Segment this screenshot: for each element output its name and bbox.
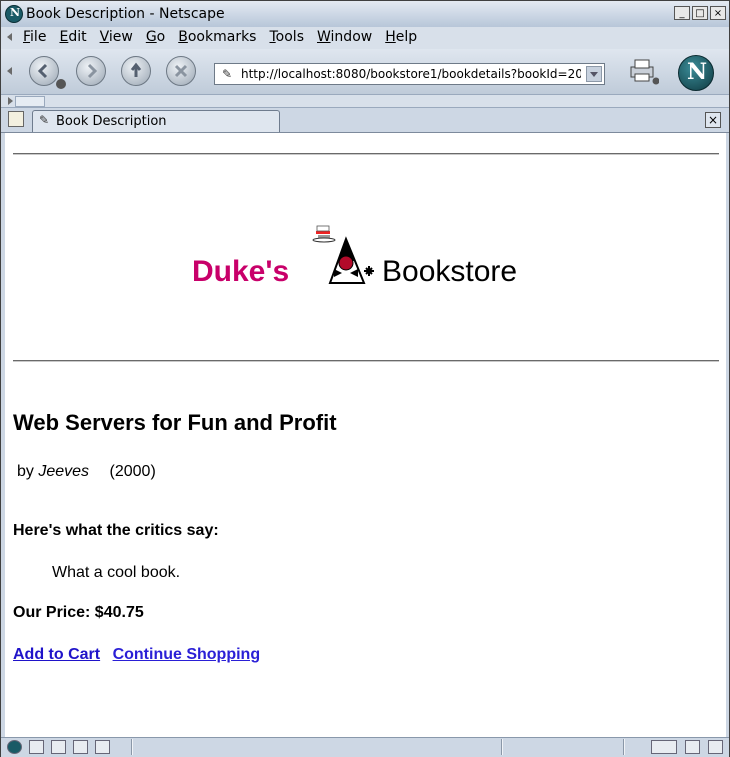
book-byline: by Jeeves (2000) — [17, 463, 156, 481]
mail-icon[interactable] — [29, 740, 44, 754]
critics-heading: Here's what the critics say: — [13, 522, 219, 539]
status-bar — [1, 737, 729, 757]
new-tab-icon[interactable] — [8, 111, 24, 127]
composer-icon[interactable] — [73, 740, 88, 754]
top-divider — [13, 153, 719, 155]
book-title: Web Servers for Fun and Profit — [13, 410, 337, 435]
menu-window[interactable]: Window — [317, 29, 372, 45]
netscape-logo-icon — [5, 5, 23, 23]
url-input[interactable] — [241, 66, 581, 82]
menu-help[interactable]: Help — [385, 29, 417, 45]
status-divider — [501, 739, 503, 755]
toolbar-grip-icon[interactable] — [7, 67, 12, 75]
bottom-divider — [13, 360, 719, 362]
instant-messenger-icon[interactable] — [51, 740, 66, 754]
status-divider — [623, 739, 625, 755]
expand-toolbar-icon[interactable] — [8, 97, 13, 105]
add-to-cart-link[interactable]: Add to Cart — [13, 646, 100, 663]
duke-mascot-icon — [312, 225, 374, 284]
stop-button[interactable] — [166, 56, 196, 86]
book-price: Our Price: $40.75 — [13, 604, 144, 621]
menu-edit[interactable]: Edit — [59, 29, 86, 45]
stop-icon — [174, 64, 188, 78]
window-title: Book Description - Netscape — [26, 6, 225, 22]
security-lock-icon[interactable] — [708, 740, 723, 754]
tab-page-icon: ✎ — [39, 113, 50, 127]
menu-tools[interactable]: Tools — [269, 29, 304, 45]
back-button[interactable] — [29, 56, 59, 86]
forward-button[interactable] — [76, 56, 106, 86]
page-proxy-icon[interactable]: ✎ — [222, 67, 232, 81]
back-history-dropdown[interactable] — [56, 79, 66, 89]
minimize-button[interactable]: _ — [674, 6, 690, 20]
book-author: Jeeves — [38, 463, 90, 480]
reload-button[interactable] — [121, 56, 151, 86]
menu-bar: File Edit View Go Bookmarks Tools Window… — [1, 27, 729, 50]
page-content: Duke's Bookstore Web Servers for Fun and… — [5, 133, 726, 737]
navigation-toolbar: ✎ N — [1, 49, 729, 95]
browser-window: Book Description - Netscape _ □ × File E… — [0, 0, 730, 757]
maximize-button[interactable]: □ — [692, 6, 708, 20]
reload-icon — [130, 62, 142, 77]
netscape-throbber-icon[interactable]: N — [678, 55, 714, 91]
close-tab-button[interactable]: × — [705, 112, 721, 128]
url-history-dropdown[interactable] — [586, 66, 602, 82]
address-bar[interactable]: ✎ — [214, 63, 605, 85]
forward-icon — [87, 63, 98, 79]
title-bar: Book Description - Netscape _ □ × — [1, 1, 729, 28]
menu-go[interactable]: Go — [146, 29, 165, 45]
menubar-grip-icon[interactable] — [7, 33, 12, 41]
address-book-icon[interactable] — [95, 740, 110, 754]
banner-dukes-text: Duke's — [192, 255, 290, 288]
print-icon[interactable] — [627, 57, 659, 85]
personal-toolbar-handle[interactable] — [15, 96, 45, 107]
popup-blocked-icon[interactable] — [685, 740, 700, 754]
tab-book-description[interactable]: ✎ Book Description — [32, 110, 280, 132]
status-divider — [131, 739, 133, 755]
continue-shopping-link[interactable]: Continue Shopping — [113, 646, 261, 663]
critic-review: What a cool book. — [52, 564, 181, 581]
menu-file[interactable]: File — [23, 29, 46, 45]
book-year: (2000) — [109, 463, 156, 480]
personal-toolbar-collapsed — [1, 95, 729, 108]
menu-bookmarks[interactable]: Bookmarks — [178, 29, 256, 45]
action-links: Add to Cart Continue Shopping — [13, 646, 260, 664]
banner-bookstore-text: Bookstore — [382, 255, 518, 288]
tab-bar: ✎ Book Description × — [1, 108, 729, 133]
menu-view[interactable]: View — [100, 29, 133, 45]
offline-icon[interactable] — [651, 740, 677, 754]
navigator-icon[interactable] — [7, 740, 22, 754]
back-icon — [37, 63, 48, 79]
tab-label: Book Description — [56, 114, 167, 129]
close-button[interactable]: × — [710, 6, 726, 20]
by-label: by — [17, 463, 34, 480]
